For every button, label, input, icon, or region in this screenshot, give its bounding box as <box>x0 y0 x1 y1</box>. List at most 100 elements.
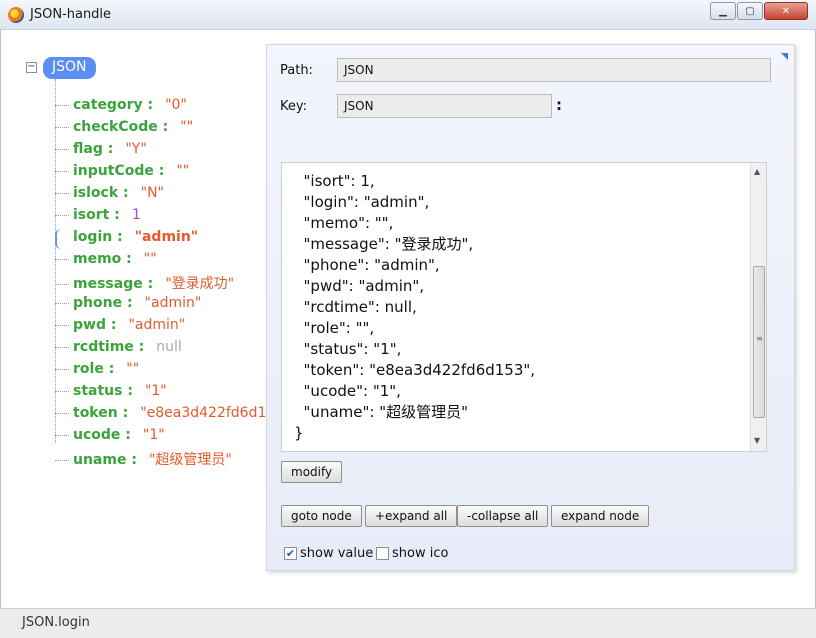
tree-node-value: "登录成功" <box>165 276 235 292</box>
tree-node-key: uname : <box>73 452 137 468</box>
tree-node[interactable]: checkCode : "" <box>55 119 193 139</box>
tree-node[interactable]: memo : "" <box>55 251 157 271</box>
tree-node-value: "admin" <box>128 317 186 333</box>
tree-branch-line <box>55 126 69 128</box>
tree-node[interactable]: inputCode : "" <box>55 163 189 183</box>
editor-line: "status": "1", <box>294 340 402 358</box>
tree-node[interactable]: rcdtime : null <box>55 339 182 359</box>
tree-branch-line <box>55 434 69 436</box>
tree-node[interactable]: phone : "admin" <box>55 295 201 315</box>
title-bar: JSON-handle ▁ ▢ ✕ <box>0 0 816 30</box>
tree-node-value: "超级管理员" <box>148 452 232 468</box>
tree-node[interactable]: pwd : "admin" <box>55 317 185 337</box>
editor-line: "uname": "超级管理员" <box>294 403 469 421</box>
tree-node[interactable]: ucode : "1" <box>55 427 165 447</box>
tree-branch-line <box>55 214 69 216</box>
tree-branch-line <box>55 148 69 150</box>
tree-branch-line <box>55 412 69 414</box>
editor-line: "ucode": "1", <box>294 382 401 400</box>
editor-line: "message": "登录成功", <box>294 235 474 253</box>
show-ico-checkbox[interactable]: show ico <box>376 546 448 561</box>
status-path: JSON.login <box>22 615 90 630</box>
tree-node-key: message : <box>73 276 154 292</box>
tree-branch-line <box>55 258 69 260</box>
tree-node-value: null <box>156 339 182 355</box>
json-editor-text[interactable]: "isort": 1, "login": "admin", "memo": ""… <box>294 171 535 444</box>
tree-node-value: "Y" <box>125 141 147 157</box>
scroll-down-icon[interactable]: ▼ <box>754 436 760 445</box>
close-button[interactable]: ✕ <box>764 2 808 20</box>
tree-node[interactable]: flag : "Y" <box>55 141 147 161</box>
tree-node-value: "admin" <box>134 229 199 245</box>
editor-scrollbar[interactable]: ▲ ≡ ▼ <box>750 163 766 451</box>
tree-branch-line <box>55 390 69 392</box>
editor-line: } <box>294 424 304 442</box>
collapse-toggle-icon[interactable]: − <box>26 62 37 73</box>
json-editor[interactable]: "isort": 1, "login": "admin", "memo": ""… <box>281 162 767 452</box>
modify-button[interactable]: modify <box>281 461 343 483</box>
tree-node-value: "" <box>176 163 190 179</box>
tree-node-key: isort : <box>73 207 120 223</box>
scroll-up-icon[interactable]: ▲ <box>754 167 760 176</box>
goto-node-button[interactable]: goto node <box>281 505 362 527</box>
show-ico-label: show ico <box>392 546 449 561</box>
tree-node[interactable]: status : "1" <box>55 383 167 403</box>
tree-node-key: checkCode : <box>73 119 169 135</box>
tree-branch-line <box>55 170 69 172</box>
key-colon: : <box>556 96 562 114</box>
tree-node-value: "" <box>126 361 140 377</box>
tree-node-value: "1" <box>144 383 167 399</box>
tree-node[interactable]: token : "e8ea3d422fd6d153 <box>55 405 284 425</box>
tree-node-value: "admin" <box>144 295 202 311</box>
editor-line: "login": "admin", <box>294 193 430 211</box>
path-field[interactable]: JSON <box>337 58 771 82</box>
tree-node-key: phone : <box>73 295 133 311</box>
window-controls: ▁ ▢ ✕ <box>710 2 808 20</box>
tree-node-key: login : <box>73 229 123 245</box>
checkbox-unchecked-icon[interactable] <box>376 547 389 560</box>
expand-all-button[interactable]: +expand all <box>365 505 458 527</box>
tree-node-value: "" <box>143 251 157 267</box>
editor-line: "role": "", <box>294 319 375 337</box>
tree-node-key: rcdtime : <box>73 339 145 355</box>
tree-node[interactable]: role : "" <box>55 361 139 381</box>
key-label: Key: <box>280 99 308 114</box>
tree-node[interactable]: login : "admin" <box>55 229 198 249</box>
tree-branch-line <box>55 302 69 304</box>
tree-branch-line <box>55 324 69 326</box>
scroll-thumb[interactable]: ≡ <box>753 266 765 418</box>
tree-node-key: ucode : <box>73 427 131 443</box>
path-label: Path: <box>280 63 313 78</box>
collapse-all-button[interactable]: -collapse all <box>457 505 549 527</box>
checkbox-checked-icon[interactable]: ✔ <box>284 547 297 560</box>
show-value-checkbox[interactable]: ✔ show value <box>284 546 373 561</box>
editor-line: "token": "e8ea3d422fd6d153", <box>294 361 536 379</box>
editor-line: "phone": "admin", <box>294 256 440 274</box>
tree-node[interactable]: category : "0" <box>55 97 187 117</box>
status-bar: JSON.login <box>0 608 816 638</box>
key-field[interactable]: JSON <box>337 94 552 118</box>
tree-branch-line <box>55 346 69 348</box>
tree-node[interactable]: islock : "N" <box>55 185 164 205</box>
detail-panel: Path: JSON Key: JSON : "isort": 1, "logi… <box>266 44 795 571</box>
tree-branch-line <box>55 283 69 285</box>
firefox-icon <box>8 7 24 23</box>
show-value-label: show value <box>300 546 374 561</box>
tree-node-value: "N" <box>140 185 164 201</box>
selection-bracket-icon <box>55 229 61 249</box>
expand-node-button[interactable]: expand node <box>551 505 650 527</box>
editor-line: "pwd": "admin", <box>294 277 425 295</box>
tree-node-key: status : <box>73 383 133 399</box>
tree-node-value: "" <box>180 119 194 135</box>
tree-node[interactable]: uname : "超级管理员" <box>55 449 232 469</box>
json-tree: − JSON category : "0" checkCode : "" flag : "… <box>17 42 284 468</box>
minimize-button[interactable]: ▁ <box>710 2 736 20</box>
window-title: JSON-handle <box>30 7 112 22</box>
tree-node-value: 1 <box>131 207 141 223</box>
tree-root-node[interactable]: JSON <box>43 57 96 79</box>
tree-node[interactable]: message : "登录成功" <box>55 273 234 293</box>
maximize-button[interactable]: ▢ <box>737 2 763 20</box>
tree-node[interactable]: isort : 1 <box>55 207 141 227</box>
tree-node-value: "0" <box>165 97 187 113</box>
tree-branch-line <box>55 104 69 106</box>
